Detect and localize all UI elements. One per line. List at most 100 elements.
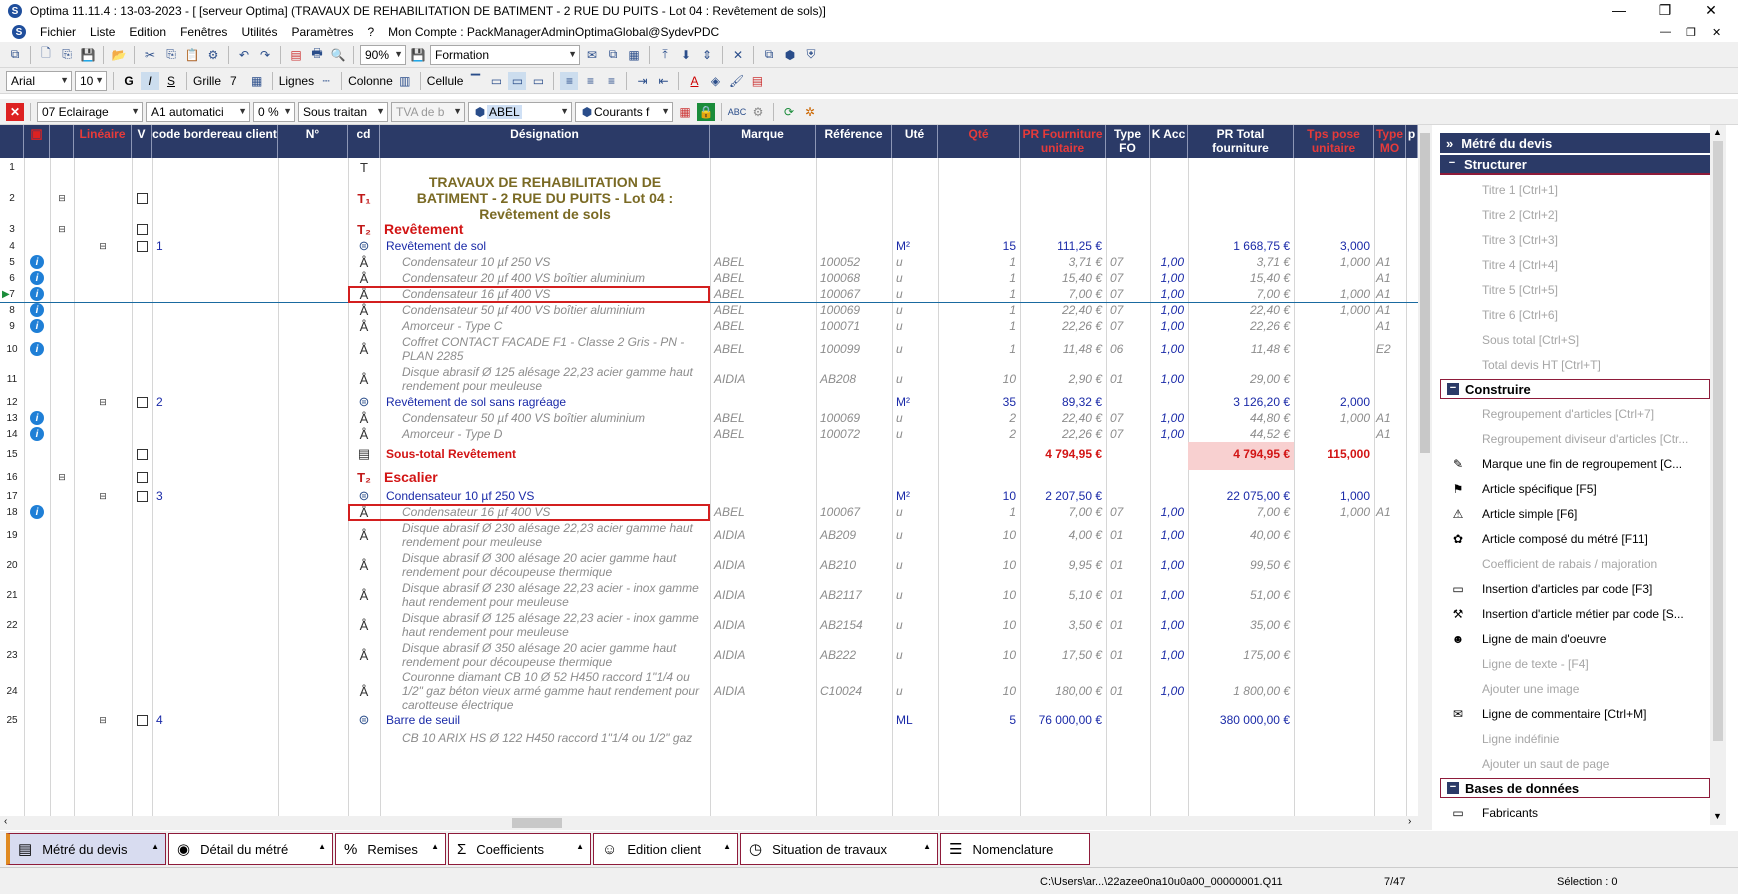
open-folder-icon[interactable]: 📂 xyxy=(110,46,128,64)
k-acc-cell[interactable]: 1,00 xyxy=(1150,318,1188,334)
redo-icon[interactable]: ↷ xyxy=(256,46,274,64)
tab-nomenclature[interactable]: ☰ Nomenclature xyxy=(940,833,1090,865)
k-acc-cell[interactable]: 1,00 xyxy=(1150,640,1188,670)
palette-icon[interactable]: ▦ xyxy=(676,103,694,121)
pr-unitaire-cell[interactable]: 2,90 € xyxy=(1020,364,1106,394)
pr-unitaire-cell[interactable]: 22,40 € xyxy=(1020,302,1106,318)
table-row[interactable]: 18 i Å Condensateur 16 µf 400 VS ABEL 100067 u… xyxy=(0,504,1418,520)
quantite-cell[interactable]: 10 xyxy=(938,488,1020,504)
cell-middle-icon[interactable]: ▭ xyxy=(508,71,527,90)
chevron-up-icon[interactable]: ▲ xyxy=(318,842,326,851)
collapse-icon[interactable]: − xyxy=(1447,383,1459,395)
settings-icon[interactable]: ⚙ xyxy=(749,103,767,121)
designation-cell[interactable]: Disque abrasif Ø 300 alésage 20 acier ga… xyxy=(380,550,710,580)
quantite-cell[interactable]: 10 xyxy=(938,580,1020,610)
validate-cell[interactable] xyxy=(132,394,152,410)
mdi-close-button[interactable]: ✕ xyxy=(1712,26,1721,39)
pr-unitaire-cell[interactable]: 22,26 € xyxy=(1020,318,1106,334)
quantite-cell[interactable]: 1 xyxy=(938,302,1020,318)
font-size-select[interactable]: 10 ▼ xyxy=(75,70,107,91)
collapse-icon[interactable]: ⊟ xyxy=(58,472,66,483)
quantite-cell[interactable]: 2 xyxy=(938,410,1020,426)
select-all-icon[interactable]: ▣ xyxy=(30,126,42,141)
info-icon[interactable]: i xyxy=(30,287,44,301)
menu-account[interactable]: Mon Compte : PackManagerAdminOptimaGloba… xyxy=(388,25,719,39)
scroll-left-icon[interactable]: ‹ xyxy=(4,816,7,827)
hdr-p[interactable]: p xyxy=(1406,125,1418,158)
designation-cell[interactable]: TRAVAUX DE REHABILITATION DE BATIMENT - … xyxy=(380,176,710,220)
tps-pose-cell[interactable]: 2,000 xyxy=(1294,394,1374,410)
format-icon[interactable]: ▤ xyxy=(748,72,766,90)
validate-cell[interactable] xyxy=(132,220,152,238)
scroll-thumb[interactable] xyxy=(512,818,562,828)
menu-utilites[interactable]: Utilités xyxy=(241,25,277,39)
designation-cell[interactable]: Condensateur 50 µf 400 VS boîtier alumin… xyxy=(380,410,710,426)
k-acc-cell[interactable]: 1,00 xyxy=(1150,270,1188,286)
info-icon[interactable]: i xyxy=(30,271,44,285)
chevron-up-icon[interactable]: ▲ xyxy=(151,842,159,851)
chevron-up-icon[interactable]: ▲ xyxy=(576,842,584,851)
table-row[interactable]: 12 ⊟ 2 ⊜ Revêtement de sol sans ragréage M² 35… xyxy=(0,394,1418,410)
collapse-toggle[interactable]: ⊟ xyxy=(74,488,132,504)
info-cell[interactable]: i xyxy=(24,334,50,364)
collapse-icon[interactable]: ⊟ xyxy=(99,241,107,252)
quantite-cell[interactable]: 1 xyxy=(938,254,1020,270)
align-left-icon[interactable]: ≡ xyxy=(560,71,579,90)
cut-icon[interactable]: ✂ xyxy=(141,46,159,64)
pr-unitaire-cell[interactable]: 2 207,50 € xyxy=(1020,488,1106,504)
designation-cell[interactable]: CB 10 ARIX HS Ø 122 H450 raccord 1"1/4 o… xyxy=(380,728,710,748)
collapse-toggle[interactable]: ⊟ xyxy=(74,712,132,728)
table-row[interactable]: 16 ⊟ T₂ Escalier xyxy=(0,466,1418,488)
align-center-icon[interactable]: ≡ xyxy=(581,72,599,90)
tab-edition-client[interactable]: ☺ Edition client ▲ xyxy=(593,833,738,865)
panel-item[interactable]: ⚒ Insertion d'article métier par code [S.… xyxy=(1440,601,1710,626)
k-acc-cell[interactable]: 1,00 xyxy=(1150,302,1188,318)
table-row[interactable]: 10 i Å Coffret CONTACT FACADE F1 - Classe 2… xyxy=(0,334,1418,364)
quantite-cell[interactable]: 10 xyxy=(938,610,1020,640)
quantite-cell[interactable]: 1 xyxy=(938,504,1020,520)
validate-checkbox[interactable] xyxy=(136,223,148,235)
designation-cell[interactable]: Amorceur - Type D xyxy=(380,426,710,442)
refresh-icon[interactable]: ⟳ xyxy=(780,103,798,121)
hdr-k-acc[interactable]: K Acc xyxy=(1150,125,1188,158)
menu-edition[interactable]: Edition xyxy=(129,25,166,39)
panel-item[interactable]: ▭ Fabricants xyxy=(1440,800,1710,825)
close-button[interactable]: ✕ xyxy=(1688,0,1734,22)
menu-help[interactable]: ? xyxy=(367,25,374,39)
info-cell[interactable]: i xyxy=(24,318,50,334)
strike-button[interactable]: S xyxy=(162,72,180,90)
table-row[interactable]: 2 ⊟ T₁ TRAVAUX DE REHABILITATION DE BATIMEN… xyxy=(0,176,1418,220)
pr-unitaire-cell[interactable]: 11,48 € xyxy=(1020,334,1106,364)
chevron-up-icon[interactable]: ▲ xyxy=(431,842,439,851)
designation-cell[interactable]: Disque abrasif Ø 350 alésage 20 acier ga… xyxy=(380,640,710,670)
calc-icon[interactable]: ▦ xyxy=(625,46,643,64)
pr-unitaire-cell[interactable]: 180,00 € xyxy=(1020,670,1106,712)
validate-checkbox[interactable] xyxy=(136,714,148,726)
chevron-up-icon[interactable]: ▲ xyxy=(923,842,931,851)
tps-pose-cell[interactable]: 1,000 xyxy=(1294,254,1374,270)
courants-select[interactable]: ⬢ Courants f ▼ xyxy=(575,101,673,122)
table-row[interactable]: 15 ▤ Sous-total Revêtement 4 794,95 € 4 794,… xyxy=(0,442,1418,470)
designation-cell[interactable]: Revêtement de sol xyxy=(380,238,710,254)
hdr-unite[interactable]: Uté xyxy=(892,125,938,158)
k-acc-cell[interactable]: 1,00 xyxy=(1150,410,1188,426)
tva-select[interactable]: TVA de b ▼ xyxy=(391,101,465,122)
undo-icon[interactable]: ↶ xyxy=(235,46,253,64)
mode-select[interactable]: A1 automatici ▼ xyxy=(146,101,250,122)
info-icon[interactable]: i xyxy=(30,411,44,425)
menu-liste[interactable]: Liste xyxy=(90,25,115,39)
info-icon[interactable]: i xyxy=(30,255,44,269)
new-doc-icon[interactable]: 🗋 xyxy=(37,46,55,64)
pr-unitaire-cell[interactable]: 22,26 € xyxy=(1020,426,1106,442)
hdr-pr-total-fourniture[interactable]: PR Total fourniture xyxy=(1188,125,1294,158)
table-row[interactable]: 22 Å Disque abrasif Ø 125 alésage 22,23 ac… xyxy=(0,610,1418,640)
info-cell[interactable]: i xyxy=(24,254,50,270)
k-acc-cell[interactable]: 1,00 xyxy=(1150,334,1188,364)
info-cell[interactable]: i xyxy=(24,302,50,318)
designation-cell[interactable]: Revêtement xyxy=(380,220,710,238)
column-icon[interactable]: ▥ xyxy=(396,72,414,90)
table-row[interactable]: 11 Å Disque abrasif Ø 125 alésage 22,23 ac… xyxy=(0,364,1418,394)
tps-pose-cell[interactable]: 1,000 xyxy=(1294,504,1374,520)
k-acc-cell[interactable]: 1,00 xyxy=(1150,254,1188,270)
pdf-icon[interactable]: ▤ xyxy=(287,46,305,64)
